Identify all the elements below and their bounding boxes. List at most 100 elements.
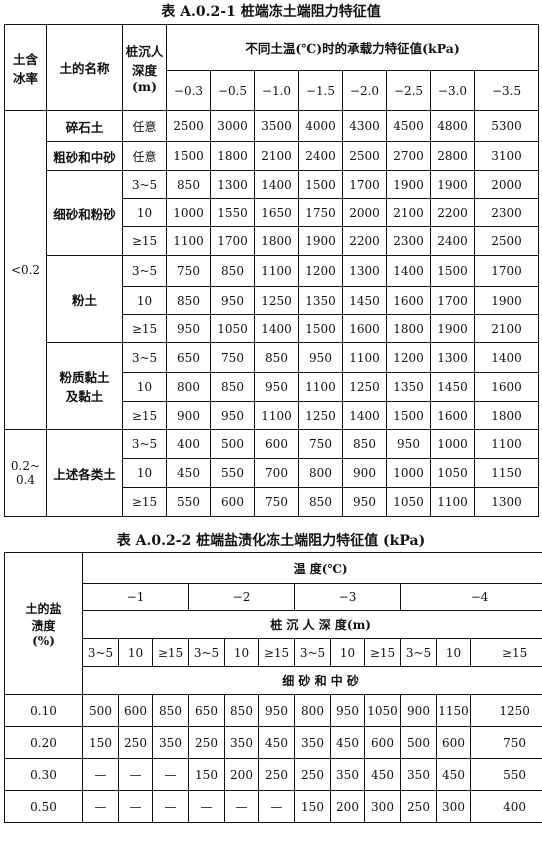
value-cell: — [118, 758, 153, 791]
table-row: 0.2~ 0.4 上述各类土 3~5 400 500 600 750 850 950 1000 11… [4, 429, 540, 517]
value-cell: 1650 [254, 198, 299, 227]
salinity-cell: 0.20 [4, 726, 83, 759]
temp-header-cell: −3 [294, 583, 401, 611]
depth-header-cell: 3~5 [400, 638, 437, 667]
value-cell: 1450 [430, 372, 475, 402]
value-cell: 1700 [210, 226, 255, 256]
value-cell: 500 [400, 726, 437, 759]
value-cell: 950 [330, 694, 365, 727]
value-cell: 250 [400, 790, 437, 823]
value-cell: 450 [364, 758, 401, 791]
soil-name-cell: 粉质黏土 及黏土 [46, 342, 123, 430]
value-cell: 2000 [342, 198, 387, 227]
depth-header-cell: 10 [330, 638, 365, 667]
value-cell: 1900 [386, 170, 431, 199]
value-cell: 1900 [430, 170, 475, 199]
salinity-cell: 0.10 [4, 694, 83, 727]
value-cell: 850 [166, 170, 211, 199]
soil-name-cell: 粗砂和中砂 [46, 141, 123, 171]
value-cell: 1350 [386, 372, 431, 402]
value-cell: 1600 [430, 401, 475, 430]
value-cell: 200 [330, 790, 365, 823]
depth-header-cell: 3~5 [188, 638, 225, 667]
depth-header-cell: ≥15 [152, 638, 189, 667]
value-cell: 950 [342, 487, 387, 517]
value-cell: 800 [166, 372, 211, 402]
value-cell: 2500 [342, 141, 387, 171]
value-cell: 750 [210, 342, 255, 373]
depth-cell: ≥15 [122, 314, 167, 343]
value-cell: 1400 [386, 255, 431, 287]
depth-cell: 10 [122, 458, 167, 488]
depth-header-cell: 10 [118, 638, 153, 667]
value-cell: 4800 [430, 110, 475, 142]
value-cell: 500 [82, 694, 119, 727]
value-cell: 350 [224, 726, 259, 759]
value-cell: 950 [258, 694, 295, 727]
value-cell: — [82, 758, 119, 791]
value-cell: 950 [298, 342, 343, 373]
depth-cell: 10 [122, 372, 167, 402]
value-cell: 1800 [473, 401, 540, 430]
salinity-cell: 0.30 [4, 758, 83, 791]
value-cell: 450 [166, 458, 211, 488]
value-cell: 650 [188, 694, 225, 727]
table-row: 粉土 3~5 750 850 1100 1200 1300 1400 1500 1700 [5, 255, 540, 343]
depth-header-cell: 3~5 [294, 638, 331, 667]
value-cell: 650 [166, 342, 211, 373]
soil-name-cell: 粉土 [46, 255, 123, 343]
value-cell: 1350 [298, 286, 343, 315]
value-cell: 1250 [469, 694, 542, 727]
value-cell: 850 [210, 255, 255, 287]
value-cell: 550 [210, 458, 255, 488]
value-cell: 950 [254, 372, 299, 402]
ice-content-cell: <0.2 [4, 110, 47, 430]
value-cell: 150 [294, 790, 331, 823]
value-cell: 1100 [166, 226, 211, 256]
header-depth-label: 桩 沉 人 深 度(m) [81, 610, 542, 639]
value-cell: 750 [254, 487, 299, 517]
value-cell: 1500 [298, 314, 343, 343]
value-cell: 600 [210, 487, 255, 517]
value-cell: 350 [330, 758, 365, 791]
table-row: 0.10 500 600 850 650 850 950 800 950 1050 900 1150 1… [4, 694, 542, 727]
value-cell: 2300 [473, 198, 540, 227]
header-soil-name: 土的名称 [46, 24, 123, 111]
value-cell: 1600 [342, 314, 387, 343]
value-cell: 1300 [342, 255, 387, 287]
table-row: 粉质黏土 及黏土 3~5 650 750 850 950 1100 1200 1300 1400 [5, 342, 540, 430]
soil-name-cell: 细砂和粉砂 [46, 170, 123, 256]
depth-cell: 3~5 [122, 342, 167, 373]
value-cell: 750 [166, 255, 211, 287]
value-cell: 1500 [386, 401, 431, 430]
table1: 土含 冰率 土的名称 桩沉人 深度 (m) 不同土温(℃)时的承载力特征值(kP… [4, 24, 540, 517]
value-cell: 1100 [254, 401, 299, 430]
value-cell: 2500 [166, 110, 211, 142]
ice-content-cell: 0.2~ 0.4 [4, 429, 47, 517]
value-cell: 850 [298, 487, 343, 517]
value-cell: — [82, 790, 119, 823]
value-cell: 350 [152, 726, 189, 759]
table1-title: 表 A.0.2-1 桩端冻土端阻力特征值 [161, 4, 381, 20]
value-cell: 900 [342, 458, 387, 488]
value-cell: 1200 [298, 255, 343, 287]
value-cell: 550 [469, 758, 542, 791]
value-cell: — [188, 790, 225, 823]
value-cell: 5300 [473, 110, 540, 142]
depth-cell: 3~5 [122, 429, 167, 459]
value-cell: 950 [386, 429, 431, 459]
table-row: <0.2 碎石土 任意 2500 3000 3500 4000 4300 4500 4800 530… [4, 110, 540, 430]
depth-cell: ≥15 [122, 401, 167, 430]
depth-cell: ≥15 [122, 487, 167, 517]
value-cell: 1100 [298, 372, 343, 402]
temp-header-cell: −3.5 [473, 70, 540, 111]
value-cell: 1150 [473, 458, 540, 488]
value-cell: 1900 [298, 226, 343, 256]
value-cell: 600 [118, 694, 153, 727]
temp-header-cell: −4 [399, 583, 542, 611]
value-cell: 1900 [430, 314, 475, 343]
header-depth: 桩沉人 深度 (m) [122, 24, 167, 111]
depth-header-cell: ≥15 [258, 638, 295, 667]
value-cell: 2700 [386, 141, 431, 171]
value-cell: 550 [166, 487, 211, 517]
